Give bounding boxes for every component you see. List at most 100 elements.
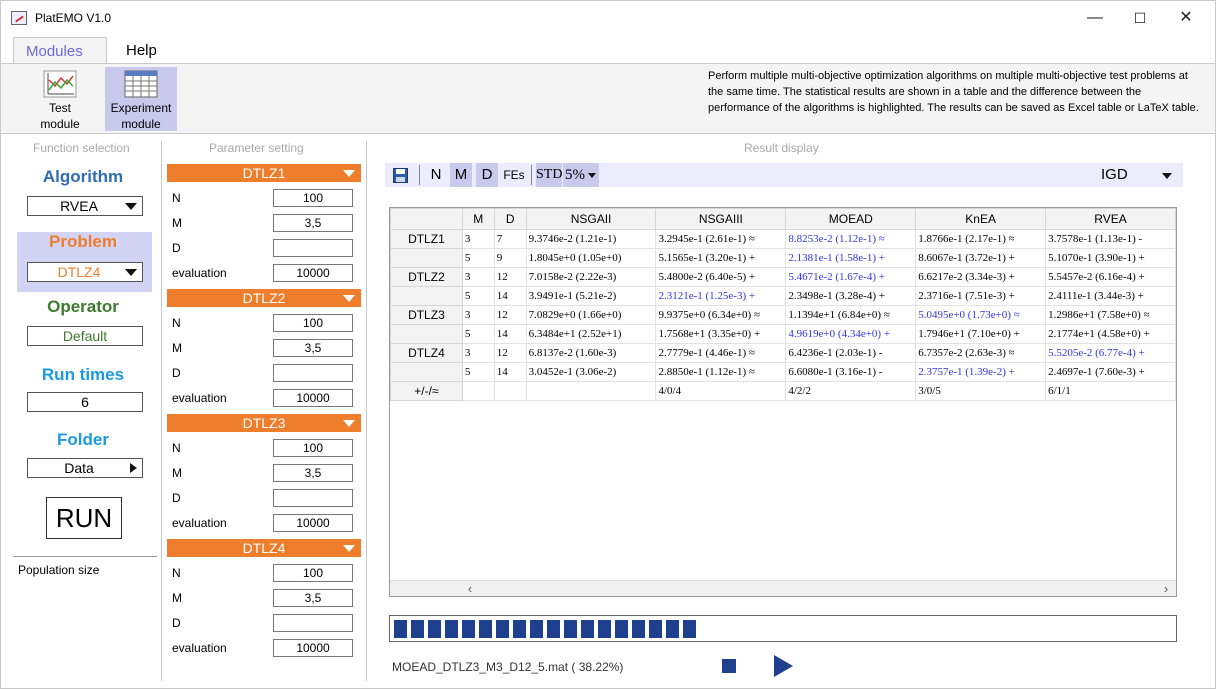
table-cell[interactable]: 9.3746e-2 (1.21e-1) <box>525 229 657 249</box>
param-input-n[interactable]: 100 <box>273 564 353 582</box>
table-cell[interactable]: 2.3757e-1 (1.39e-2) + <box>915 362 1047 382</box>
table-cell[interactable]: 1.7946e+1 (7.10e+0) + <box>915 324 1047 344</box>
table-cell[interactable]: 5 <box>461 248 495 268</box>
table-cell[interactable] <box>461 381 495 401</box>
column-header[interactable]: D <box>493 208 527 230</box>
table-cell[interactable]: 6.4236e-1 (2.03e-1) - <box>785 343 917 363</box>
table-cell[interactable]: 5.0495e+0 (1.73e+0) ≈ <box>915 305 1047 325</box>
table-cell[interactable]: 12 <box>493 343 527 363</box>
horizontal-scrollbar[interactable]: ‹ › <box>390 580 1176 596</box>
table-cell[interactable]: 7.0829e+0 (1.66e+0) <box>525 305 657 325</box>
row-header[interactable] <box>390 286 463 306</box>
table-cell[interactable]: 4/2/2 <box>785 381 917 401</box>
table-cell[interactable]: 6.6080e-1 (3.16e-1) - <box>785 362 917 382</box>
table-cell[interactable]: 1.7568e+1 (3.35e+0) + <box>655 324 787 344</box>
table-cell[interactable]: 5.4671e-2 (1.67e-4) + <box>785 267 917 287</box>
save-icon[interactable] <box>393 168 408 183</box>
table-cell[interactable]: 12 <box>493 267 527 287</box>
problem-section-header[interactable]: DTLZ1 <box>167 164 361 182</box>
table-cell[interactable]: 5.5457e-2 (6.16e-4) + <box>1045 267 1176 287</box>
column-header[interactable]: RVEA <box>1045 208 1176 230</box>
param-input-m[interactable]: 3,5 <box>273 214 353 232</box>
table-cell[interactable]: 2.7779e-1 (4.46e-1) ≈ <box>655 343 787 363</box>
table-cell[interactable]: 9.9375e+0 (6.34e+0) ≈ <box>655 305 787 325</box>
table-cell[interactable]: 5 <box>461 362 495 382</box>
table-cell[interactable]: 1.2986e+1 (7.58e+0) ≈ <box>1045 305 1176 325</box>
table-cell[interactable]: 4/0/4 <box>655 381 787 401</box>
maximize-button[interactable]: ☐ <box>1125 7 1155 29</box>
table-cell[interactable]: 2.4111e-1 (3.44e-3) + <box>1045 286 1176 306</box>
table-cell[interactable]: 3 <box>461 305 495 325</box>
problem-section-header[interactable]: DTLZ2 <box>167 289 361 307</box>
column-header[interactable]: NSGAII <box>525 208 657 230</box>
row-header[interactable]: DTLZ3 <box>390 305 463 325</box>
run-times-field[interactable]: 6 <box>27 392 143 412</box>
table-cell[interactable]: 6.3484e+1 (2.52e+1) <box>525 324 657 344</box>
toolbar-fes-button[interactable]: FEs <box>501 163 527 187</box>
table-cell[interactable]: 3.2945e-1 (2.61e-1) ≈ <box>655 229 787 249</box>
param-input-d[interactable] <box>273 614 353 632</box>
problem-section-header[interactable]: DTLZ4 <box>167 539 361 557</box>
experiment-module-button[interactable]: Experiment module <box>105 67 177 131</box>
result-table-container[interactable]: M D NSGAII NSGAIII MOEAD KnEA RVEA DTLZ1 3 7 9.37… <box>389 207 1177 597</box>
table-cell[interactable]: 9 <box>493 248 527 268</box>
table-cell[interactable]: 3.0452e-1 (3.06e-2) <box>525 362 657 382</box>
param-input-m[interactable]: 3,5 <box>273 339 353 357</box>
run-button[interactable]: RUN <box>46 497 122 539</box>
param-input-n[interactable]: 100 <box>273 314 353 332</box>
column-header[interactable]: M <box>461 208 495 230</box>
toolbar-m-button[interactable]: M <box>450 163 472 187</box>
row-header[interactable] <box>390 324 463 344</box>
param-input-evaluation[interactable]: 10000 <box>273 264 353 282</box>
table-cell[interactable]: 14 <box>493 286 527 306</box>
row-header[interactable]: DTLZ1 <box>390 229 463 249</box>
param-input-evaluation[interactable]: 10000 <box>273 514 353 532</box>
scroll-left-icon[interactable]: ‹ <box>462 581 478 596</box>
table-cell[interactable]: 2.3498e-1 (3.28e-4) + <box>785 286 917 306</box>
table-cell[interactable]: 14 <box>493 362 527 382</box>
table-cell[interactable]: 14 <box>493 324 527 344</box>
table-cell[interactable]: 5 <box>461 324 495 344</box>
param-input-n[interactable]: 100 <box>273 189 353 207</box>
tab-modules[interactable]: Modules <box>13 37 107 64</box>
toolbar-d-button[interactable]: D <box>476 163 498 187</box>
param-input-d[interactable] <box>273 364 353 382</box>
toolbar-n-button[interactable]: N <box>426 163 446 187</box>
tab-help[interactable]: Help <box>114 37 169 64</box>
row-header[interactable] <box>390 362 463 382</box>
table-cell[interactable]: 5.4800e-2 (6.40e-5) + <box>655 267 787 287</box>
table-cell[interactable]: 1.8766e-1 (2.17e-1) ≈ <box>915 229 1047 249</box>
table-cell[interactable]: 3 <box>461 267 495 287</box>
table-cell[interactable]: 2.3121e-1 (1.25e-3) + <box>655 286 787 306</box>
table-cell[interactable]: 7.0158e-2 (2.22e-3) <box>525 267 657 287</box>
param-input-d[interactable] <box>273 489 353 507</box>
table-cell[interactable]: 6/1/1 <box>1045 381 1176 401</box>
row-header[interactable]: +/-/≈ <box>390 381 463 401</box>
param-input-n[interactable]: 100 <box>273 439 353 457</box>
table-cell[interactable]: 3/0/5 <box>915 381 1047 401</box>
param-input-m[interactable]: 3,5 <box>273 589 353 607</box>
row-header[interactable]: DTLZ4 <box>390 343 463 363</box>
minimize-button[interactable]: — <box>1080 7 1110 29</box>
column-header[interactable]: MOEAD <box>785 208 917 230</box>
table-cell[interactable]: 5.5205e-2 (6.77e-4) + <box>1045 343 1176 363</box>
table-cell[interactable]: 7 <box>493 229 527 249</box>
problem-dropdown[interactable]: DTLZ4 <box>27 262 143 282</box>
folder-dropdown[interactable]: Data <box>27 458 143 478</box>
problem-section-header[interactable]: DTLZ3 <box>167 414 361 432</box>
table-cell[interactable]: 3 <box>461 343 495 363</box>
scroll-right-icon[interactable]: › <box>1158 581 1174 596</box>
table-cell[interactable]: 2.4697e-1 (7.60e-3) + <box>1045 362 1176 382</box>
table-cell[interactable]: 6.6217e-2 (3.34e-3) + <box>915 267 1047 287</box>
table-cell[interactable]: 1.1394e+1 (6.84e+0) ≈ <box>785 305 917 325</box>
stop-button[interactable] <box>722 659 736 673</box>
metric-dropdown[interactable]: IGD <box>1085 163 1175 187</box>
table-cell[interactable]: 2.1381e-1 (1.58e-1) + <box>785 248 917 268</box>
table-cell[interactable]: 2.1774e+1 (4.58e+0) + <box>1045 324 1176 344</box>
param-input-evaluation[interactable]: 10000 <box>273 389 353 407</box>
significance-dropdown[interactable]: 5% <box>563 163 599 187</box>
column-header[interactable]: KnEA <box>915 208 1047 230</box>
table-cell[interactable]: 3 <box>461 229 495 249</box>
table-cell[interactable] <box>525 381 657 401</box>
column-header[interactable] <box>390 208 463 230</box>
